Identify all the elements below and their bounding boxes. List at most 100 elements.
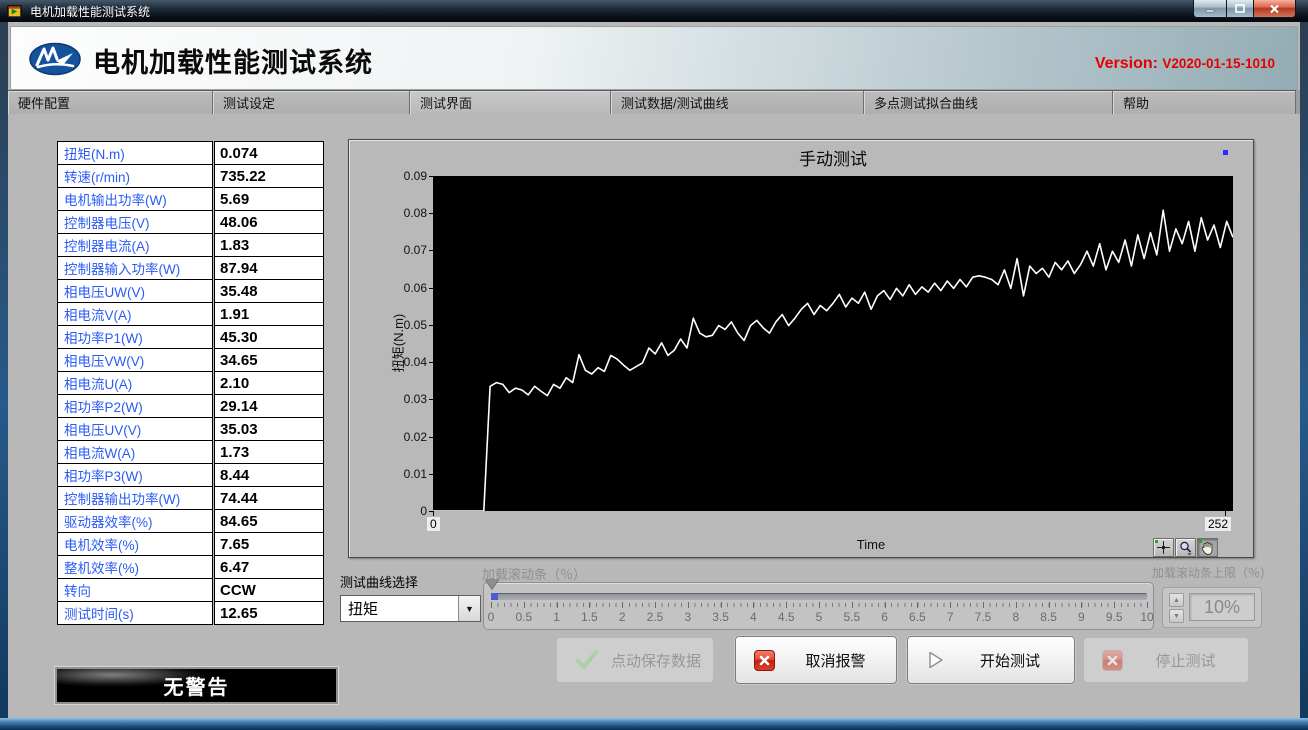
- warning-indicator: 无警告: [55, 667, 338, 704]
- play-icon: [926, 650, 946, 670]
- close-button[interactable]: [1254, 0, 1296, 18]
- measurement-label: 扭矩(N.m): [57, 141, 213, 165]
- measurement-value: 5.69: [214, 187, 324, 211]
- measurement-label: 驱动器效率(%): [57, 509, 213, 533]
- measurement-label: 相电流V(A): [57, 302, 213, 326]
- waveform-line: [433, 176, 1233, 511]
- tab-multipoint-fit-curve[interactable]: 多点测试拟合曲线: [864, 90, 1113, 114]
- slider-tick-label: 1.5: [573, 610, 605, 624]
- measurement-value: 735.22: [214, 164, 324, 188]
- curve-selector-label: 测试曲线选择: [340, 572, 418, 591]
- measurement-label: 相功率P3(W): [57, 463, 213, 487]
- pan-tool-button[interactable]: [1197, 538, 1218, 557]
- measurement-label: 相功率P2(W): [57, 394, 213, 418]
- slider-tick-label: 10: [1131, 610, 1163, 624]
- slider-major-tick: [983, 602, 984, 608]
- measurement-value: 1.91: [214, 302, 324, 326]
- slider-major-tick: [622, 602, 623, 608]
- hand-icon: [1201, 541, 1214, 555]
- tab-help[interactable]: 帮助: [1113, 90, 1296, 114]
- curve-selector-value: 扭矩: [341, 598, 458, 619]
- stop-test-button[interactable]: 停止测试: [1083, 637, 1249, 683]
- measurement-label: 转向: [57, 578, 213, 602]
- version-value: V2020-01-15-1010: [1162, 56, 1275, 71]
- slider-major-tick: [917, 602, 918, 608]
- x-axis-min[interactable]: 0: [427, 517, 440, 531]
- app-title: 电机加载性能测试系统: [93, 41, 373, 80]
- slider-tick-label: 5: [803, 610, 835, 624]
- minimize-button[interactable]: [1193, 0, 1227, 18]
- titlebar[interactable]: 电机加载性能测试系统: [0, 0, 1308, 22]
- slider-tick-label: 8.5: [1033, 610, 1065, 624]
- slider-major-tick: [786, 602, 787, 608]
- measurement-row: 控制器输入功率(W)87.94: [57, 256, 324, 280]
- slider-tick-label: 9: [1065, 610, 1097, 624]
- slider-major-tick: [819, 602, 820, 608]
- maximize-button[interactable]: [1227, 0, 1254, 18]
- measurement-value: 34.65: [214, 348, 324, 372]
- measurement-row: 电机效率(%)7.65: [57, 532, 324, 556]
- button-label: 开始测试: [946, 650, 1074, 671]
- measurement-value: 35.03: [214, 417, 324, 441]
- x-axis-title: Time: [471, 537, 1271, 552]
- measurement-label: 相电压UW(V): [57, 279, 213, 303]
- measurement-row: 控制器输出功率(W)74.44: [57, 486, 324, 510]
- red-x-icon: [1102, 650, 1123, 671]
- slider-tick-label: 8: [1000, 610, 1032, 624]
- measurement-row: 测试时间(s)12.65: [57, 601, 324, 625]
- measurement-label: 电机输出功率(W): [57, 187, 213, 211]
- button-label: 点动保存数据: [599, 650, 713, 671]
- tool-active-dot: [1199, 540, 1202, 543]
- measurement-value: CCW: [214, 578, 324, 602]
- measurement-value: 87.94: [214, 256, 324, 280]
- tool-active-dot: [1155, 540, 1158, 543]
- measurement-value: 84.65: [214, 509, 324, 533]
- curve-selector-dropdown[interactable]: 扭矩 ▼: [340, 595, 481, 622]
- slider-tick-label: 0.5: [508, 610, 540, 624]
- plot-area[interactable]: [433, 176, 1233, 511]
- slider-major-tick: [1016, 602, 1017, 608]
- slider-tick-label: 0: [475, 610, 507, 624]
- slider-major-tick: [1147, 602, 1148, 608]
- cursor-tool-button[interactable]: [1153, 538, 1174, 557]
- spinner-up-button[interactable]: ▲: [1169, 593, 1184, 607]
- slider-tick-label: 2: [606, 610, 638, 624]
- tab-test-settings[interactable]: 测试设定: [213, 90, 410, 114]
- measurement-label: 控制器电流(A): [57, 233, 213, 257]
- slider-thumb[interactable]: [491, 593, 498, 600]
- header: 电机加载性能测试系统 Version: V2020-01-15-1010: [10, 26, 1298, 90]
- slider-major-tick: [721, 602, 722, 608]
- load-upper-limit-value[interactable]: 10%: [1189, 593, 1255, 621]
- x-axis-max[interactable]: 252: [1205, 517, 1231, 531]
- maximize-icon: [1235, 4, 1245, 13]
- slider-tick-label: 1: [541, 610, 573, 624]
- slider-tick-label: 5.5: [836, 610, 868, 624]
- load-slider[interactable]: 00.511.522.533.544.555.566.577.588.599.5…: [483, 582, 1154, 630]
- warning-text: 无警告: [164, 671, 230, 700]
- zoom-tool-button[interactable]: [1175, 538, 1196, 557]
- load-upper-limit-spinner: ▲ ▼ 10%: [1162, 587, 1262, 628]
- measurement-value: 12.65: [214, 601, 324, 625]
- slider-major-tick: [655, 602, 656, 608]
- tab-hardware-config[interactable]: 硬件配置: [8, 90, 213, 114]
- measurement-value: 6.47: [214, 555, 324, 579]
- measurement-row: 控制器电流(A)1.83: [57, 233, 324, 257]
- jog-save-data-button[interactable]: 点动保存数据: [556, 637, 714, 683]
- measurement-value: 48.06: [214, 210, 324, 234]
- measurement-row: 相电流U(A)2.10: [57, 371, 324, 395]
- start-test-button[interactable]: 开始测试: [907, 636, 1075, 684]
- slider-tick-label: 2.5: [639, 610, 671, 624]
- y-tick-label: 0.02: [377, 430, 427, 444]
- measurement-value: 0.074: [214, 141, 324, 165]
- y-tick-label: 0.01: [377, 467, 427, 481]
- slider-pointer-handle[interactable]: [485, 579, 499, 589]
- cancel-alarm-button[interactable]: 取消报警: [735, 636, 897, 684]
- slider-tick-label: 9.5: [1098, 610, 1130, 624]
- load-upper-limit-label: 加载滚动条上限（％）: [1152, 564, 1272, 581]
- spinner-down-button[interactable]: ▼: [1169, 609, 1184, 623]
- tab-test-data-curves[interactable]: 测试数据/测试曲线: [611, 90, 864, 114]
- tab-test-interface[interactable]: 测试界面: [410, 90, 611, 114]
- slider-major-tick: [491, 602, 492, 608]
- x-tick-max: [1225, 511, 1226, 516]
- slider-track[interactable]: [491, 593, 1147, 600]
